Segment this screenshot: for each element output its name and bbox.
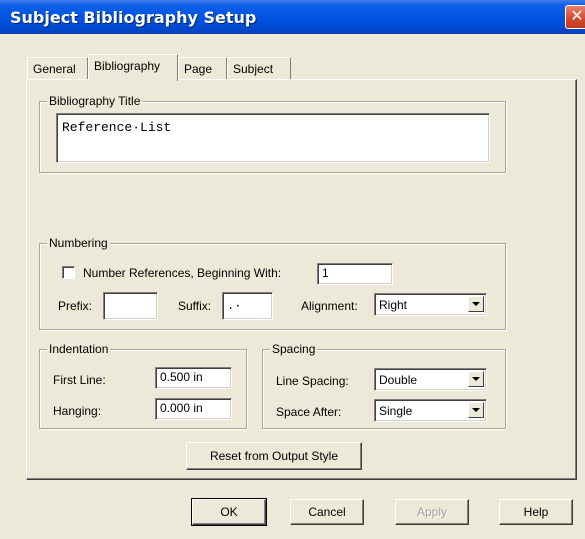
first-line-input[interactable]: 0.500 in bbox=[155, 367, 232, 389]
number-references-checkbox[interactable] bbox=[62, 266, 75, 279]
reset-from-output-style-button[interactable]: Reset from Output Style bbox=[186, 442, 362, 470]
prefix-input[interactable] bbox=[103, 292, 158, 320]
line-spacing-label: Line Spacing: bbox=[276, 374, 349, 388]
title-bar[interactable]: Subject Bibliography Setup ✕ bbox=[0, 0, 585, 34]
cancel-button[interactable]: Cancel bbox=[290, 499, 364, 525]
bibliography-title-group-label: Bibliography Title bbox=[47, 94, 143, 108]
space-after-value: Single bbox=[379, 404, 413, 418]
space-after-label: Space After: bbox=[276, 405, 342, 419]
help-button[interactable]: Help bbox=[499, 499, 573, 525]
chevron-down-icon[interactable] bbox=[468, 296, 484, 312]
space-after-select[interactable]: Single bbox=[374, 399, 487, 422]
close-button[interactable]: ✕ bbox=[565, 5, 585, 29]
number-references-label[interactable]: Number References, Beginning With: bbox=[83, 266, 281, 280]
alignment-value: Right bbox=[379, 298, 408, 312]
tab-page[interactable]: Page bbox=[178, 57, 227, 79]
line-spacing-value: Double bbox=[379, 373, 418, 387]
close-icon: ✕ bbox=[570, 6, 584, 25]
spacing-group-label: Spacing bbox=[270, 342, 318, 356]
apply-button[interactable]: Apply bbox=[395, 499, 469, 525]
hanging-label: Hanging: bbox=[53, 404, 102, 418]
bibliography-title-input[interactable]: Reference·List bbox=[56, 113, 490, 163]
start-number-input[interactable]: 1 bbox=[317, 263, 393, 285]
prefix-label: Prefix: bbox=[58, 299, 93, 313]
line-spacing-select[interactable]: Double bbox=[374, 368, 487, 391]
alignment-label: Alignment: bbox=[301, 299, 358, 313]
first-line-label: First Line: bbox=[53, 373, 106, 387]
indentation-group-label: Indentation bbox=[47, 342, 111, 356]
suffix-input[interactable]: .· bbox=[222, 292, 273, 320]
alignment-select[interactable]: Right bbox=[374, 293, 487, 316]
tab-subject[interactable]: Subject bbox=[227, 57, 291, 79]
numbering-group-label: Numbering bbox=[47, 236, 110, 250]
ok-button[interactable]: OK bbox=[191, 498, 267, 526]
tab-general[interactable]: General bbox=[27, 57, 88, 79]
window-title: Subject Bibliography Setup bbox=[10, 8, 257, 27]
suffix-label: Suffix: bbox=[178, 299, 212, 313]
chevron-down-icon[interactable] bbox=[468, 371, 484, 387]
chevron-down-icon[interactable] bbox=[468, 402, 484, 418]
tab-bibliography[interactable]: Bibliography bbox=[88, 54, 178, 81]
hanging-input[interactable]: 0.000 in bbox=[155, 398, 232, 420]
